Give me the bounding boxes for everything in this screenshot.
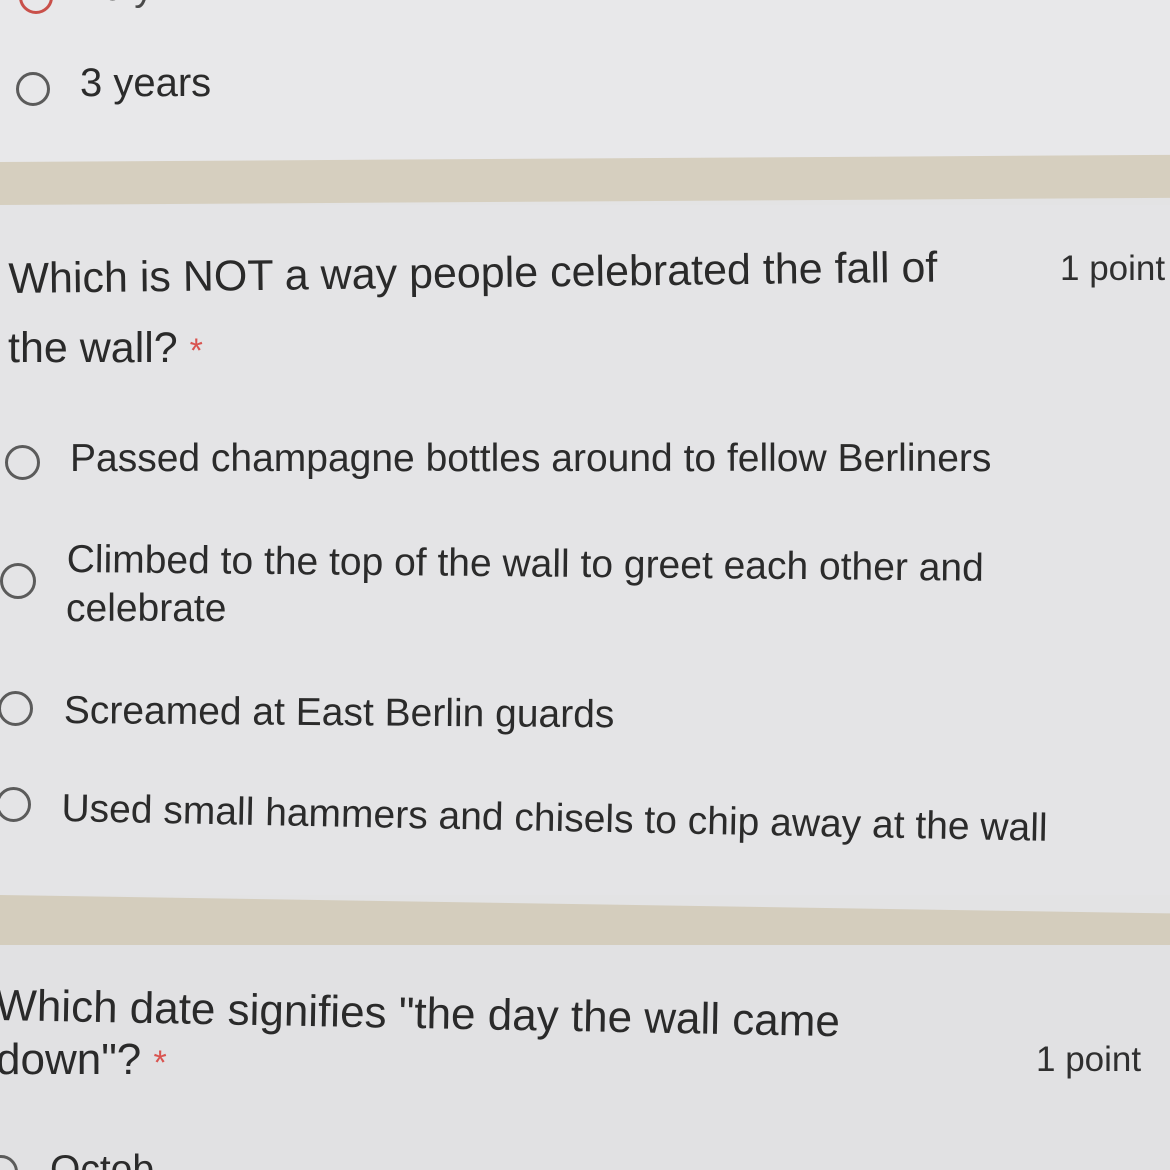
option-label-screamed-guards[interactable]: Screamed at East Berlin guards <box>64 686 615 740</box>
question-title-line-2: the wall? * <box>8 313 203 386</box>
radio-october-partial[interactable] <box>0 1155 18 1170</box>
radio-screamed-guards[interactable] <box>0 691 33 726</box>
radio-climbed-wall[interactable] <box>0 563 36 599</box>
google-form-page: 20 y 3 years Which is NOT a way people c… <box>0 0 1170 1170</box>
question-title-text-1: Which is NOT a way people celebrated the… <box>8 243 938 303</box>
required-asterisk: * <box>189 332 203 370</box>
next-question-points: 1 point <box>1036 1040 1142 1079</box>
question-title-line-1: Which is NOT a way people celebrated the… <box>8 233 938 314</box>
option-label-climbed-line-2[interactable]: celebrate <box>66 584 226 634</box>
radio-3-years[interactable] <box>16 72 50 106</box>
question-card-celebration: Which is NOT a way people celebrated the… <box>0 205 1170 895</box>
next-question-title-line-2: down"? * <box>0 1025 167 1098</box>
previous-partial-option-label: 20 y <box>80 0 154 10</box>
option-label-3-years: 3 years <box>80 61 212 105</box>
next-required-asterisk: * <box>153 1044 167 1082</box>
section-divider <box>0 154 1170 205</box>
option-label-october-partial[interactable]: Octob <box>50 1145 154 1170</box>
option-label-hammers-chisels[interactable]: Used small hammers and chisels to chip a… <box>61 784 1048 854</box>
question-title-text-2: the wall? <box>8 324 178 372</box>
next-question-title-text-2: down"? <box>0 1035 142 1084</box>
question-card-date: Which date signifies "the day the wall c… <box>0 945 1170 1170</box>
radio-hammers-chisels[interactable] <box>0 787 31 822</box>
radio-champagne[interactable] <box>5 445 40 480</box>
question-points: 1 point <box>1060 249 1166 288</box>
option-label-champagne[interactable]: Passed champagne bottles around to fello… <box>70 434 991 484</box>
previous-question-card: 20 y 3 years <box>0 0 1170 162</box>
previous-selected-radio[interactable] <box>19 0 53 14</box>
